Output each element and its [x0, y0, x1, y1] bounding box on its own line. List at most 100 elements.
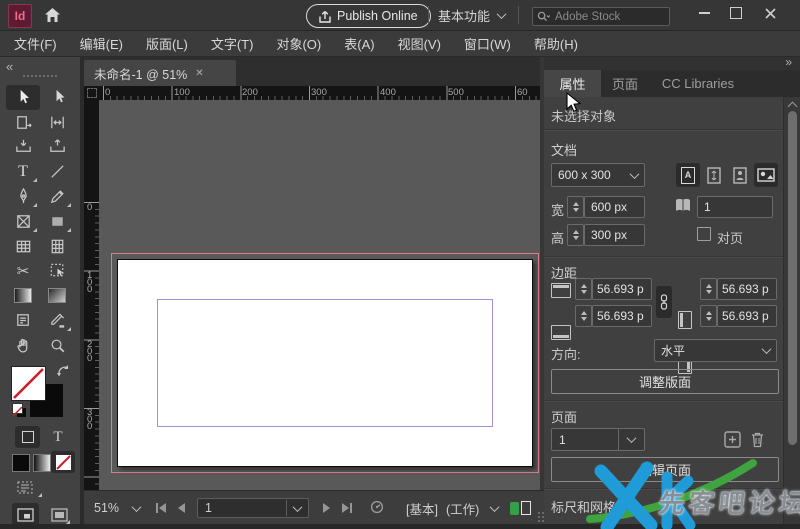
preflight-chevron-icon[interactable]	[489, 501, 500, 512]
workspace-switcher[interactable]: 基本功能	[438, 6, 507, 25]
menu-window[interactable]: 窗口(W)	[464, 34, 511, 53]
margin-right-field[interactable]: 56.693 p	[717, 305, 777, 327]
zoom-chevron-icon[interactable]	[131, 501, 142, 512]
page-number-combo[interactable]: 1	[197, 498, 310, 518]
preflight-profile[interactable]: (工作)	[446, 499, 479, 518]
document-tab[interactable]: 未命名-1 @ 51% ✕	[84, 60, 236, 86]
content-collector-tool[interactable]	[6, 135, 40, 160]
delete-page-icon[interactable]	[750, 431, 765, 451]
first-page-button[interactable]	[156, 503, 167, 513]
close-button[interactable]	[756, 0, 784, 26]
default-fill-stroke-icon[interactable]	[12, 403, 28, 419]
screen-mode-preview-button[interactable]	[46, 503, 73, 526]
margin-bottom-field[interactable]: 56.693 p	[592, 305, 652, 327]
page-tool[interactable]	[6, 110, 40, 135]
margin-top-field[interactable]: 56.693 p	[592, 278, 652, 300]
edit-pages-button[interactable]: 编辑页面	[551, 457, 779, 482]
margin-left-field[interactable]: 56.693 p	[717, 278, 777, 300]
height-field[interactable]: 300 px	[584, 224, 645, 246]
pen-tool[interactable]	[6, 184, 40, 209]
add-page-icon[interactable]	[724, 431, 741, 451]
vertical-ruler[interactable]: 0 100 200 300	[84, 100, 99, 490]
minimize-button[interactable]	[690, 0, 718, 26]
document-page[interactable]	[117, 259, 533, 467]
menu-edit[interactable]: 编辑(E)	[80, 34, 123, 53]
facing-pages-checkbox[interactable]	[697, 227, 711, 241]
next-page-button[interactable]	[323, 503, 331, 513]
line-tool[interactable]	[40, 159, 74, 184]
portrait-orientation-icon-button[interactable]	[728, 163, 752, 187]
menu-file[interactable]: 文件(F)	[14, 34, 57, 53]
note-tool[interactable]	[6, 308, 40, 333]
document-size-dropdown[interactable]: 600 x 300	[551, 163, 645, 187]
tab-pages[interactable]: 页面	[601, 70, 649, 97]
gap-tool[interactable]	[40, 110, 74, 135]
apply-gradient-button[interactable]	[33, 454, 51, 472]
menu-layout[interactable]: 版面(L)	[146, 34, 188, 53]
swap-fill-stroke-icon[interactable]	[56, 363, 71, 380]
formatting-affects-container-button[interactable]	[15, 426, 40, 448]
adobe-stock-search[interactable]	[532, 7, 670, 26]
selection-tool[interactable]	[6, 85, 40, 110]
margin-bottom-stepper[interactable]	[575, 305, 592, 327]
home-icon[interactable]	[44, 7, 61, 26]
rectangle-tool[interactable]	[40, 209, 74, 234]
panel-drag-handle[interactable]	[22, 74, 58, 79]
panel-scrollbar[interactable]	[783, 97, 800, 529]
horizontal-ruler[interactable]: 0 100 200 300 400 500 60	[99, 86, 540, 100]
scrollbar-thumb[interactable]	[788, 111, 797, 445]
maximize-button[interactable]	[722, 0, 750, 26]
facing-pages-icon-button[interactable]	[702, 163, 726, 187]
color-theme-tool[interactable]	[40, 308, 74, 333]
type-tool[interactable]: T	[6, 159, 40, 184]
screen-mode-normal-button[interactable]	[12, 503, 39, 526]
zoom-tool[interactable]	[40, 333, 74, 358]
link-margins-icon[interactable]	[656, 286, 672, 318]
margin-right-stepper[interactable]	[700, 305, 717, 327]
previous-page-button[interactable]	[178, 503, 186, 513]
margin-left-stepper[interactable]	[700, 278, 717, 300]
pages-dropdown[interactable]: 1	[551, 428, 645, 451]
publish-online-button[interactable]: Publish Online	[306, 4, 431, 28]
menu-type[interactable]: 文字(T)	[211, 34, 254, 53]
tab-properties[interactable]: 属性	[544, 70, 601, 97]
hand-tool[interactable]	[6, 333, 40, 358]
tab-cc-libraries[interactable]: CC Libraries	[649, 70, 747, 97]
formatting-affects-text-button[interactable]: T	[48, 426, 68, 448]
search-input[interactable]	[553, 9, 643, 24]
preflight-icon[interactable]	[370, 500, 384, 517]
zoom-level[interactable]: 51%	[94, 501, 119, 515]
portrait-a-icon-button[interactable]: A	[676, 163, 700, 187]
direction-dropdown[interactable]: 水平	[654, 339, 777, 362]
expand-panel-icon[interactable]: »	[785, 55, 792, 69]
apply-none-button[interactable]	[51, 451, 75, 473]
menu-view[interactable]: 视图(V)	[398, 34, 441, 53]
gradient-swatch-tool[interactable]	[6, 283, 40, 308]
view-options-icon[interactable]	[14, 479, 42, 500]
gradient-feather-tool[interactable]	[40, 283, 74, 308]
tab-close-icon[interactable]: ✕	[195, 68, 203, 79]
pasteboard[interactable]	[99, 100, 540, 490]
menu-help[interactable]: 帮助(H)	[534, 34, 578, 53]
height-stepper[interactable]	[567, 224, 584, 246]
page-count-field[interactable]: 1	[697, 196, 773, 218]
menu-table[interactable]: 表(A)	[344, 34, 374, 53]
direct-selection-tool[interactable]	[40, 85, 74, 110]
landscape-orientation-icon-button[interactable]	[754, 163, 778, 187]
preflight-preset[interactable]: [基本]	[406, 499, 438, 518]
ruler-origin-box[interactable]	[84, 86, 99, 100]
apply-color-button[interactable]	[12, 454, 30, 472]
margin-top-stepper[interactable]	[575, 278, 592, 300]
frame-tool[interactable]	[6, 209, 40, 234]
last-page-button[interactable]	[342, 503, 353, 513]
width-stepper[interactable]	[567, 196, 584, 218]
width-field[interactable]: 600 px	[584, 196, 645, 218]
horizontal-grid-tool[interactable]	[6, 234, 40, 259]
content-placer-tool[interactable]	[40, 135, 74, 160]
free-transform-tool[interactable]	[40, 259, 74, 284]
adjust-layout-button[interactable]: 调整版面	[551, 369, 779, 394]
scissors-tool[interactable]: ✂	[6, 259, 40, 284]
pencil-tool[interactable]	[40, 184, 74, 209]
fill-swatch[interactable]	[11, 366, 46, 401]
vertical-grid-tool[interactable]	[40, 234, 74, 259]
